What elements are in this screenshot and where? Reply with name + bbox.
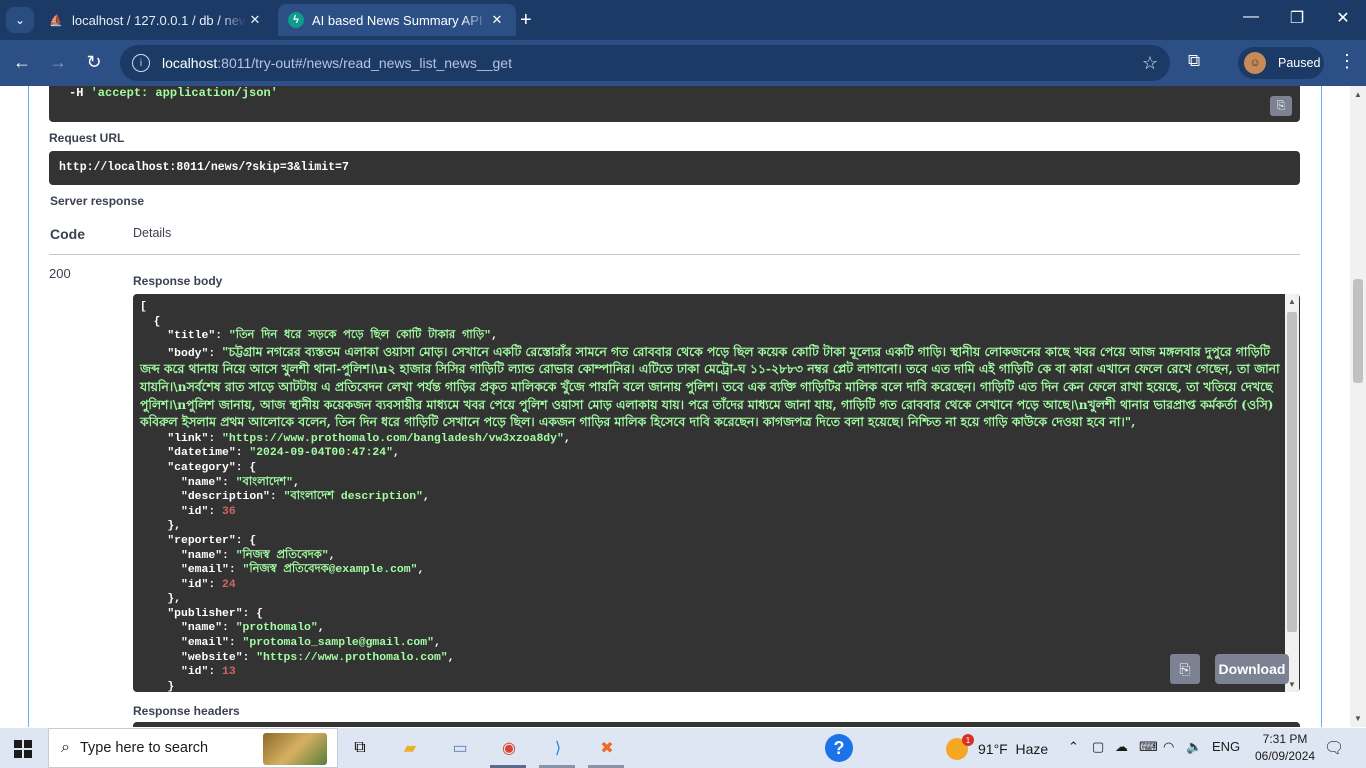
url-text[interactable]: localhost:8011/try-out#/news/read_news_l… [162, 55, 512, 71]
copy-icon[interactable]: ⎘ [1270, 96, 1292, 116]
minimize-button[interactable]: — [1228, 8, 1274, 26]
close-window-button[interactable]: ✕ [1320, 8, 1366, 28]
taskbar: ⌕ Type here to search ⧉ ▰ ▭ ◉ ⟩ ✖ ? 1 91… [0, 728, 1366, 768]
json-content: [ { "title": "তিন দিন ধরে সড়কে পড়ে ছিল… [140, 301, 1280, 692]
xampp-icon[interactable]: ✖ [595, 736, 619, 760]
temperature: 91°F [978, 741, 1008, 757]
restore-button[interactable]: ❐ [1274, 8, 1320, 28]
tab-title: AI based News Summary API - Swagger UI [312, 12, 488, 28]
scroll-up-icon[interactable]: ▲ [1354, 90, 1362, 99]
news-body: "চট্টগ্রাম নগরের ব্যস্ততম এলাকা ওয়াসা ম… [140, 343, 1280, 430]
site-info-icon[interactable]: i [132, 54, 150, 72]
extensions-icon[interactable]: ⧉ [1188, 51, 1200, 71]
reload-button[interactable]: ↻ [82, 52, 106, 73]
copy-response-icon[interactable]: ⎘ [1170, 654, 1200, 684]
input-icon[interactable]: ⌨ [1139, 739, 1158, 755]
page-scrollbar[interactable]: ▲ ▼ [1350, 86, 1366, 727]
tab-title: localhost / 127.0.0.1 / db / news [72, 12, 246, 28]
task-view-icon[interactable]: ⧉ [348, 736, 372, 760]
clock[interactable]: 7:31 PM 06/09/2024 [1255, 731, 1315, 765]
tab-search-button[interactable]: ⌄ [6, 7, 34, 33]
close-icon[interactable]: ✕ [488, 12, 506, 28]
scroll-down-icon[interactable]: ▼ [1354, 714, 1362, 723]
scroll-down-icon[interactable]: ▼ [1288, 680, 1296, 689]
file-explorer-icon[interactable]: ▰ [398, 736, 422, 760]
tab-swagger[interactable]: ϟ AI based News Summary API - Swagger UI… [278, 4, 516, 36]
profile-button[interactable]: ☺ Paused [1238, 47, 1324, 79]
bookmark-star-icon[interactable]: ☆ [1142, 53, 1158, 74]
tab-phpmyadmin[interactable]: ⛵ localhost / 127.0.0.1 / db / news ✕ [38, 4, 274, 36]
language-indicator[interactable]: ENG [1212, 739, 1240, 754]
details-column-header: Details [133, 226, 172, 240]
curl-header: -H 'accept: application/json' [69, 86, 278, 100]
scroll-thumb[interactable] [1287, 312, 1297, 632]
volume-icon[interactable]: 🔈 [1186, 739, 1202, 755]
response-scrollbar[interactable]: ▲ ▼ [1285, 294, 1299, 692]
status-code: 200 [49, 266, 71, 281]
this-pc-icon[interactable]: ▭ [448, 736, 472, 760]
menu-icon[interactable]: ⋮ [1338, 51, 1356, 72]
date: 06/09/2024 [1255, 749, 1316, 763]
notifications-icon[interactable]: 🗨 [1324, 738, 1344, 758]
download-button[interactable]: Download [1215, 654, 1289, 684]
taskbar-search[interactable]: ⌕ Type here to search [48, 728, 338, 768]
time: 7:31 PM [1262, 732, 1308, 746]
chevron-up-icon[interactable]: ⌃ [1068, 739, 1079, 755]
back-button[interactable]: ← [10, 52, 34, 73]
tab-strip: ⌄ ⛵ localhost / 127.0.0.1 / db / news ✕ … [0, 0, 1366, 40]
request-url: http://localhost:8011/news/?skip=3&limit… [49, 151, 1300, 185]
phpmyadmin-icon: ⛵ [49, 14, 63, 27]
divider [49, 254, 1300, 255]
response-body-label: Response body [133, 274, 223, 288]
address-bar[interactable]: i localhost:8011/try-out#/news/read_news… [120, 45, 1170, 81]
server-response-label: Server response [50, 194, 145, 208]
weather-widget[interactable]: 1 91°F Haze [946, 734, 1049, 760]
vscode-icon[interactable]: ⟩ [546, 736, 570, 760]
swagger-page: -H 'accept: application/json' ⎘ Request … [0, 86, 1350, 727]
new-tab-button[interactable]: + [520, 10, 532, 30]
network-drive-icon[interactable]: ☁ [1115, 739, 1128, 755]
search-icon: ⌕ [61, 739, 70, 756]
wifi-icon[interactable]: ◠ [1163, 739, 1174, 755]
weather-condition: Haze [1015, 741, 1049, 757]
response-headers [133, 722, 1300, 727]
search-highlight-image [263, 733, 327, 765]
chrome-icon[interactable]: ◉ [497, 736, 521, 760]
code-column-header: Code [50, 226, 85, 242]
profile-status: Paused [1278, 56, 1321, 70]
fastapi-icon: ϟ [288, 12, 304, 28]
scroll-thumb[interactable] [1353, 279, 1363, 383]
help-icon[interactable]: ? [825, 734, 853, 762]
response-body[interactable]: [ { "title": "তিন দিন ধরে সড়কে পড়ে ছিল… [133, 294, 1300, 692]
response-headers-label: Response headers [133, 704, 240, 718]
meet-icon[interactable]: ▢ [1092, 739, 1104, 755]
browser-toolbar: ← → ↻ i localhost:8011/try-out#/news/rea… [0, 40, 1366, 86]
weather-icon: 1 [946, 734, 974, 760]
request-url-label: Request URL [49, 131, 125, 145]
curl-box: -H 'accept: application/json' ⎘ [49, 86, 1300, 122]
notification-badge: 1 [962, 734, 974, 746]
search-placeholder: Type here to search [79, 740, 209, 756]
scroll-up-icon[interactable]: ▲ [1288, 297, 1296, 306]
close-icon[interactable]: ✕ [246, 12, 264, 28]
forward-button[interactable]: → [46, 52, 70, 73]
avatar: ☺ [1244, 52, 1266, 74]
windows-start-icon[interactable] [14, 740, 32, 758]
